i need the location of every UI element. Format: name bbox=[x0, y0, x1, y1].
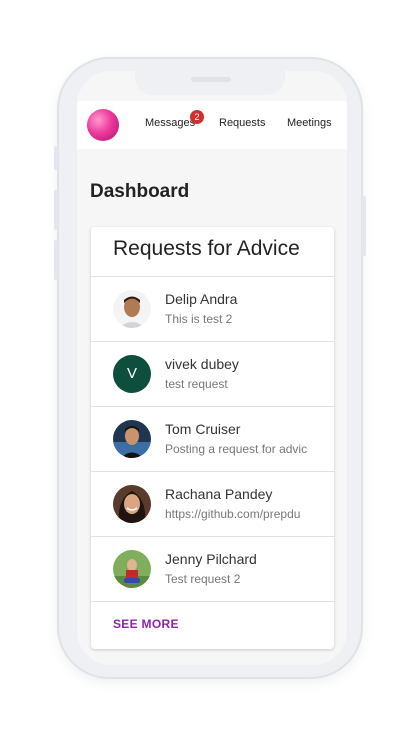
phone-side-button-volume-down bbox=[54, 240, 58, 280]
request-list-item[interactable]: Rachana Pandey https://github.com/prepdu bbox=[91, 472, 334, 536]
requester-name: Jenny Pilchard bbox=[165, 551, 257, 567]
requester-name: Delip Andra bbox=[165, 291, 238, 307]
page-title: Dashboard bbox=[90, 181, 190, 202]
request-list-item[interactable]: Delip Andra This is test 2 bbox=[91, 277, 334, 341]
top-navbar: Messages 2 Requests Meetings bbox=[77, 101, 347, 149]
avatar bbox=[113, 290, 151, 328]
avatar bbox=[113, 485, 151, 523]
request-preview: test request bbox=[165, 377, 228, 391]
request-preview: Posting a request for advic bbox=[165, 442, 308, 456]
avatar bbox=[113, 550, 151, 588]
phone-side-button-power bbox=[362, 196, 366, 256]
messages-count-badge: 2 bbox=[190, 110, 204, 124]
phone-side-button-volume-up bbox=[54, 190, 58, 230]
phone-screen: Messages 2 Requests Meetings Dashboard R… bbox=[77, 71, 347, 665]
request-list-item[interactable]: Tom Cruiser Posting a request for advic bbox=[91, 407, 334, 471]
request-list-item[interactable]: V vivek dubey test request bbox=[91, 342, 334, 406]
card-title: Requests for Advice bbox=[113, 237, 300, 260]
nav-meetings-link[interactable]: Meetings bbox=[287, 117, 332, 129]
app-logo[interactable] bbox=[87, 109, 119, 141]
request-preview: This is test 2 bbox=[165, 312, 233, 326]
requester-name: Tom Cruiser bbox=[165, 421, 241, 437]
request-preview: https://github.com/prepdu bbox=[165, 507, 301, 521]
divider bbox=[91, 601, 334, 602]
phone-speaker bbox=[191, 77, 231, 82]
see-more-button[interactable]: SEE MORE bbox=[113, 617, 179, 631]
nav-messages-link[interactable]: Messages bbox=[145, 117, 195, 129]
phone-side-button-mute bbox=[54, 146, 58, 170]
phone-notch bbox=[135, 71, 285, 95]
request-preview: Test request 2 bbox=[165, 572, 241, 586]
avatar bbox=[113, 420, 151, 458]
request-list-item[interactable]: Jenny Pilchard Test request 2 bbox=[91, 537, 334, 601]
nav-requests-link[interactable]: Requests bbox=[219, 117, 265, 129]
requester-name: Rachana Pandey bbox=[165, 486, 273, 502]
requester-name: vivek dubey bbox=[165, 356, 239, 372]
requests-card: Requests for Advice Delip Andra This is … bbox=[91, 227, 334, 649]
avatar: V bbox=[113, 355, 151, 393]
